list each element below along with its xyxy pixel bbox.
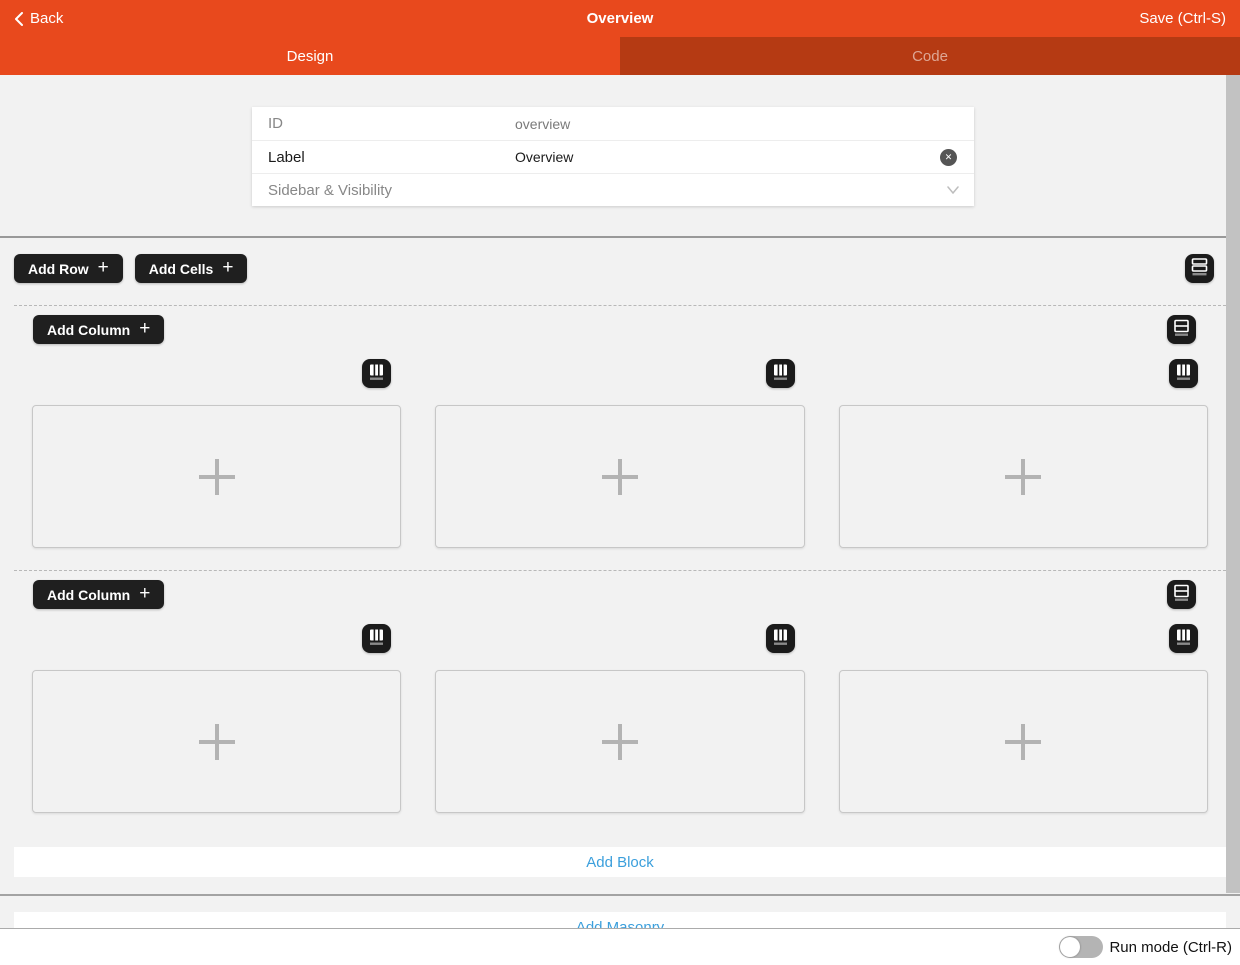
columns-icon xyxy=(1174,362,1193,386)
empty-cell[interactable] xyxy=(32,670,401,813)
cell-column xyxy=(435,359,804,548)
main-content: ID overview Label Overview ✕ Sidebar & V… xyxy=(0,75,1240,928)
tab-design[interactable]: Design xyxy=(0,37,620,75)
stacked-rows-icon xyxy=(1190,257,1209,281)
page-title: Overview xyxy=(587,10,654,27)
cell-column xyxy=(435,624,804,813)
add-row-button[interactable]: Add Row + xyxy=(14,254,123,283)
canvas-bottom-divider xyxy=(0,894,1240,896)
top-bar: Back Overview Save (Ctrl-S) xyxy=(0,0,1240,37)
cells-row xyxy=(32,624,1208,813)
row-section-2-header: Add Column + xyxy=(14,580,1226,609)
properties-band: ID overview Label Overview ✕ Sidebar & V… xyxy=(0,75,1240,238)
row-section-1-header: Add Column + xyxy=(14,315,1226,344)
add-masonry-button[interactable]: Add Masonry xyxy=(14,912,1226,928)
add-content-plus-icon xyxy=(199,459,235,495)
tab-code[interactable]: Code xyxy=(620,37,1240,75)
chevron-down-icon[interactable] xyxy=(947,186,959,194)
cell-column xyxy=(839,359,1208,548)
chevron-left-icon xyxy=(14,12,23,26)
plus-icon: + xyxy=(139,584,150,603)
property-row-id[interactable]: ID overview xyxy=(252,107,974,140)
split-rows-icon xyxy=(1172,318,1191,342)
plus-icon: + xyxy=(222,258,233,277)
save-button[interactable]: Save (Ctrl-S) xyxy=(1139,10,1226,27)
plus-icon: + xyxy=(98,258,109,277)
properties-card: ID overview Label Overview ✕ Sidebar & V… xyxy=(252,107,974,206)
layout-canvas: Add Row + Add Cells + xyxy=(0,254,1240,928)
back-label: Back xyxy=(30,10,63,27)
columns-icon xyxy=(771,362,790,386)
add-column-label: Add Column xyxy=(47,322,130,338)
add-row-label: Add Row xyxy=(28,261,89,277)
empty-cell[interactable] xyxy=(839,405,1208,548)
add-content-plus-icon xyxy=(199,724,235,760)
columns-settings-button[interactable] xyxy=(362,624,391,653)
plus-icon: + xyxy=(139,319,150,338)
columns-icon xyxy=(1174,627,1193,651)
columns-settings-button[interactable] xyxy=(766,624,795,653)
columns-icon xyxy=(367,362,386,386)
clear-label-icon[interactable]: ✕ xyxy=(940,149,957,166)
columns-icon xyxy=(367,627,386,651)
canvas-toolbar: Add Row + Add Cells + xyxy=(14,254,1226,283)
sidebar-visibility-label: Sidebar & Visibility xyxy=(268,182,515,199)
add-cells-label: Add Cells xyxy=(149,261,214,277)
run-mode-toggle[interactable] xyxy=(1059,936,1103,958)
add-content-plus-icon xyxy=(1005,724,1041,760)
columns-settings-button[interactable] xyxy=(1169,624,1198,653)
add-content-plus-icon xyxy=(602,459,638,495)
empty-cell[interactable] xyxy=(435,405,804,548)
add-content-plus-icon xyxy=(1005,459,1041,495)
row-section-2: Add Column + xyxy=(14,570,1226,813)
columns-icon xyxy=(771,627,790,651)
rows-layout-button[interactable] xyxy=(1185,254,1214,283)
id-label: ID xyxy=(268,115,515,132)
columns-settings-button[interactable] xyxy=(362,359,391,388)
empty-cell[interactable] xyxy=(32,405,401,548)
label-label: Label xyxy=(268,149,515,166)
run-mode-label: Run mode (Ctrl-R) xyxy=(1109,939,1232,956)
add-content-plus-icon xyxy=(602,724,638,760)
id-value: overview xyxy=(515,116,570,132)
cells-row xyxy=(32,359,1208,548)
cell-column xyxy=(32,359,401,548)
add-column-button[interactable]: Add Column + xyxy=(33,580,164,609)
add-column-button[interactable]: Add Column + xyxy=(33,315,164,344)
row-section-1: Add Column + xyxy=(14,305,1226,548)
columns-settings-button[interactable] xyxy=(1169,359,1198,388)
empty-cell[interactable] xyxy=(435,670,804,813)
status-bar: Run mode (Ctrl-R) xyxy=(0,928,1240,965)
cell-column xyxy=(32,624,401,813)
empty-cell[interactable] xyxy=(839,670,1208,813)
label-value[interactable]: Overview xyxy=(515,149,573,165)
app-window: Back Overview Save (Ctrl-S) Design Code … xyxy=(0,0,1240,965)
split-rows-icon xyxy=(1172,583,1191,607)
row-settings-button[interactable] xyxy=(1167,315,1196,344)
vertical-scrollbar[interactable] xyxy=(1226,75,1240,893)
property-row-label[interactable]: Label Overview ✕ xyxy=(252,140,974,173)
add-column-label: Add Column xyxy=(47,587,130,603)
toggle-knob xyxy=(1060,937,1080,957)
add-cells-button[interactable]: Add Cells + xyxy=(135,254,248,283)
tab-bar: Design Code xyxy=(0,37,1240,75)
columns-settings-button[interactable] xyxy=(766,359,795,388)
property-row-sidebar-visibility[interactable]: Sidebar & Visibility xyxy=(252,173,974,206)
back-button[interactable]: Back xyxy=(14,10,63,27)
row-settings-button[interactable] xyxy=(1167,580,1196,609)
cell-column xyxy=(839,624,1208,813)
add-block-button[interactable]: Add Block xyxy=(14,847,1226,877)
